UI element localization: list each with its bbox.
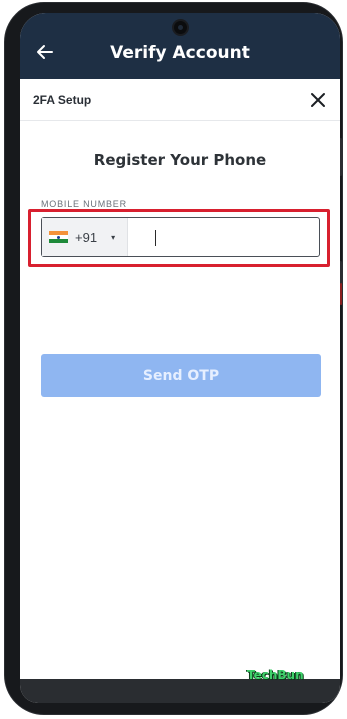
country-code-select[interactable]: +91 ▾ — [42, 218, 128, 256]
system-nav-bar — [20, 679, 340, 703]
mobile-number-label: MOBILE NUMBER — [41, 199, 127, 209]
watermark-logo: TechBun — [247, 668, 304, 682]
chevron-down-icon: ▾ — [111, 232, 116, 242]
phone-screen: Verify Account 2FA Setup Register Your P… — [20, 13, 340, 703]
india-flag-icon — [49, 230, 68, 244]
mobile-number-input[interactable] — [128, 218, 319, 256]
app-title: Verify Account — [110, 43, 250, 63]
page-heading: Register Your Phone — [93, 151, 267, 169]
close-icon[interactable] — [310, 92, 326, 108]
phone-input-group: +91 ▾ — [41, 217, 320, 257]
front-camera — [173, 21, 187, 34]
phone-frame: Verify Account 2FA Setup Register Your P… — [4, 2, 343, 715]
dial-code: +91 — [75, 229, 98, 245]
text-cursor — [155, 230, 156, 246]
power-button-accent — [340, 283, 342, 305]
sheet-title: 2FA Setup — [33, 93, 92, 107]
send-otp-button[interactable]: Send OTP — [41, 354, 321, 397]
sheet-header: 2FA Setup — [20, 79, 340, 121]
